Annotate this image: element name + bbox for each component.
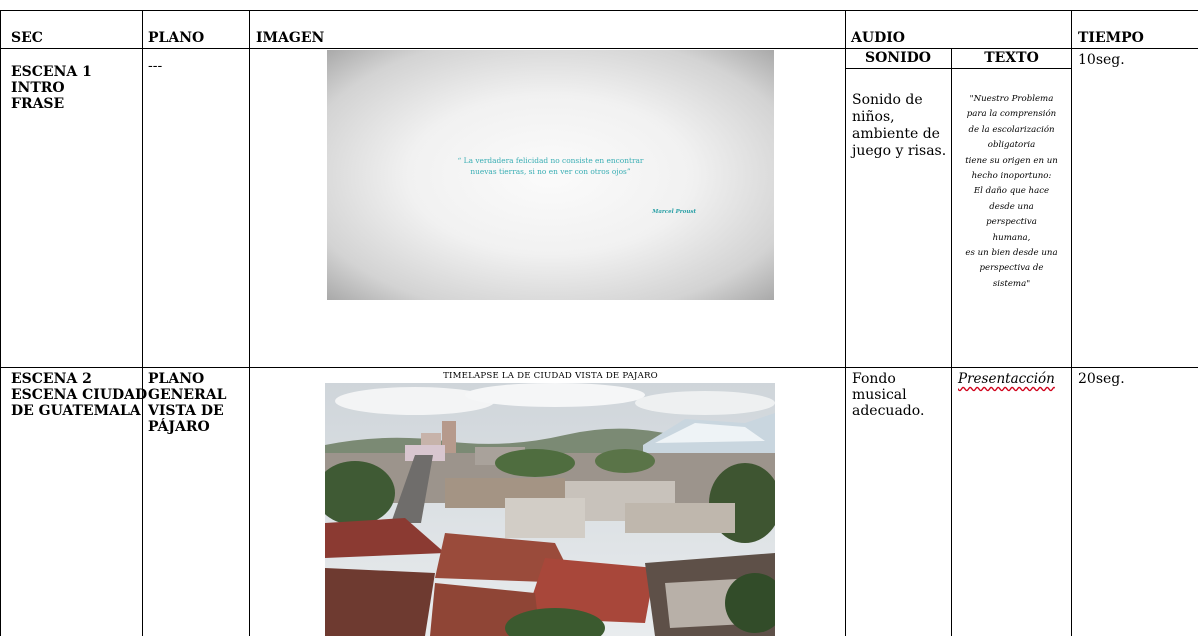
row1-sonido: Sonido de niños, ambiente de juego y ris… (852, 92, 946, 160)
header-plano: PLANO (148, 30, 205, 46)
row1-sonido-line: niños, (852, 109, 895, 125)
image-caption: TIMELAPSE LA DE CIUDAD VISTA DE PAJARO (443, 371, 658, 381)
quote-text: “ La verdadera felicidad no consiste en … (327, 155, 774, 177)
row1-sonido-line: ambiente de (852, 126, 940, 142)
table-top-border (0, 10, 1198, 11)
row1-texto-line: obligatoria (987, 140, 1036, 151)
row2-texto: Presentacción (958, 371, 1055, 387)
row1-texto-line: tiene su origen en un (965, 155, 1058, 166)
row1-texto-line: perspectiva de (979, 263, 1044, 274)
row2-plano-line: PÁJARO (148, 419, 210, 435)
row1-texto-line: desde una (989, 201, 1034, 212)
row1-texto-line: de la escolarización (968, 124, 1055, 135)
row2-sonido-line: adecuado. (852, 403, 925, 419)
row2-tiempo: 20seg. (1078, 371, 1125, 387)
row2-plano-line: GENERAL (148, 387, 227, 403)
row2-plano: PLANO GENERAL VISTA DE PÁJARO (148, 371, 226, 435)
row2-plano-line: PLANO (148, 371, 205, 387)
row2-sec-line: ESCENA 2 (11, 371, 92, 387)
col-border-tiempo (1071, 10, 1072, 636)
row1-texto-line: humana, (992, 232, 1031, 243)
row1-texto-line: es un bien desde una (965, 248, 1058, 259)
row1-texto-line: El daño que hace (973, 186, 1050, 197)
row2-sec: ESCENA 2 ESCENA CIUDAD DE GUATEMALA (11, 371, 147, 419)
header-audio: AUDIO (851, 30, 905, 46)
row2-sec-line: DE GUATEMALA (11, 403, 141, 419)
row2-sonido-line: musical (852, 387, 907, 403)
row2-sec-line: ESCENA CIUDAD (11, 387, 148, 403)
script-table: SEC PLANO IMAGEN AUDIO TIEMPO SONIDO TEX… (0, 0, 1198, 636)
row1-sonido-line: Sonido de (852, 92, 923, 108)
row2-sonido: Fondo musical adecuado. (852, 371, 924, 419)
subheader-sonido: SONIDO (865, 50, 931, 66)
row1-sec-line: ESCENA 1 (11, 64, 92, 80)
quote-slide-image: “ La verdadera felicidad no consiste en … (327, 50, 774, 300)
subheader-texto: TEXTO (984, 50, 1039, 66)
row-separator (0, 367, 1198, 368)
row1-texto-line: para la comprensión (966, 109, 1057, 120)
row1-plano: --- (148, 58, 163, 74)
row1-sonido-line: juego y risas. (852, 143, 947, 159)
col-border-audio (845, 10, 846, 636)
row1-texto-line: sistema" (992, 278, 1031, 289)
row1-sec-line: FRASE (11, 96, 65, 112)
quote-line: “ La verdadera felicidad no consiste en … (457, 156, 644, 165)
row1-sec: ESCENA 1 INTRO FRASE (11, 64, 92, 112)
col-border-imagen (249, 10, 250, 636)
col-border-sec (0, 10, 1, 636)
row1-texto-line: perspectiva (986, 217, 1037, 228)
audio-subheader-border (845, 68, 1071, 69)
row1-texto: "Nuestro Problema para la comprensión de… (952, 92, 1071, 292)
header-bottom-border (0, 48, 1198, 49)
header-imagen: IMAGEN (256, 30, 325, 46)
header-sec: SEC (11, 30, 43, 46)
col-border-plano (142, 10, 143, 636)
quote-author: Marcel Proust (652, 209, 696, 215)
row1-sec-line: INTRO (11, 80, 65, 96)
quote-line: nuevas tierras, si no en ver con otros o… (470, 167, 631, 176)
row2-sonido-line: Fondo (852, 371, 896, 387)
row1-texto-line: "Nuestro Problema (969, 94, 1054, 104)
row1-tiempo: 10seg. (1078, 52, 1125, 68)
city-aerial-photo (325, 383, 775, 636)
row2-plano-line: VISTA DE (148, 403, 224, 419)
row1-texto-line: hecho inoportuno: (971, 171, 1052, 182)
header-tiempo: TIEMPO (1078, 30, 1144, 46)
